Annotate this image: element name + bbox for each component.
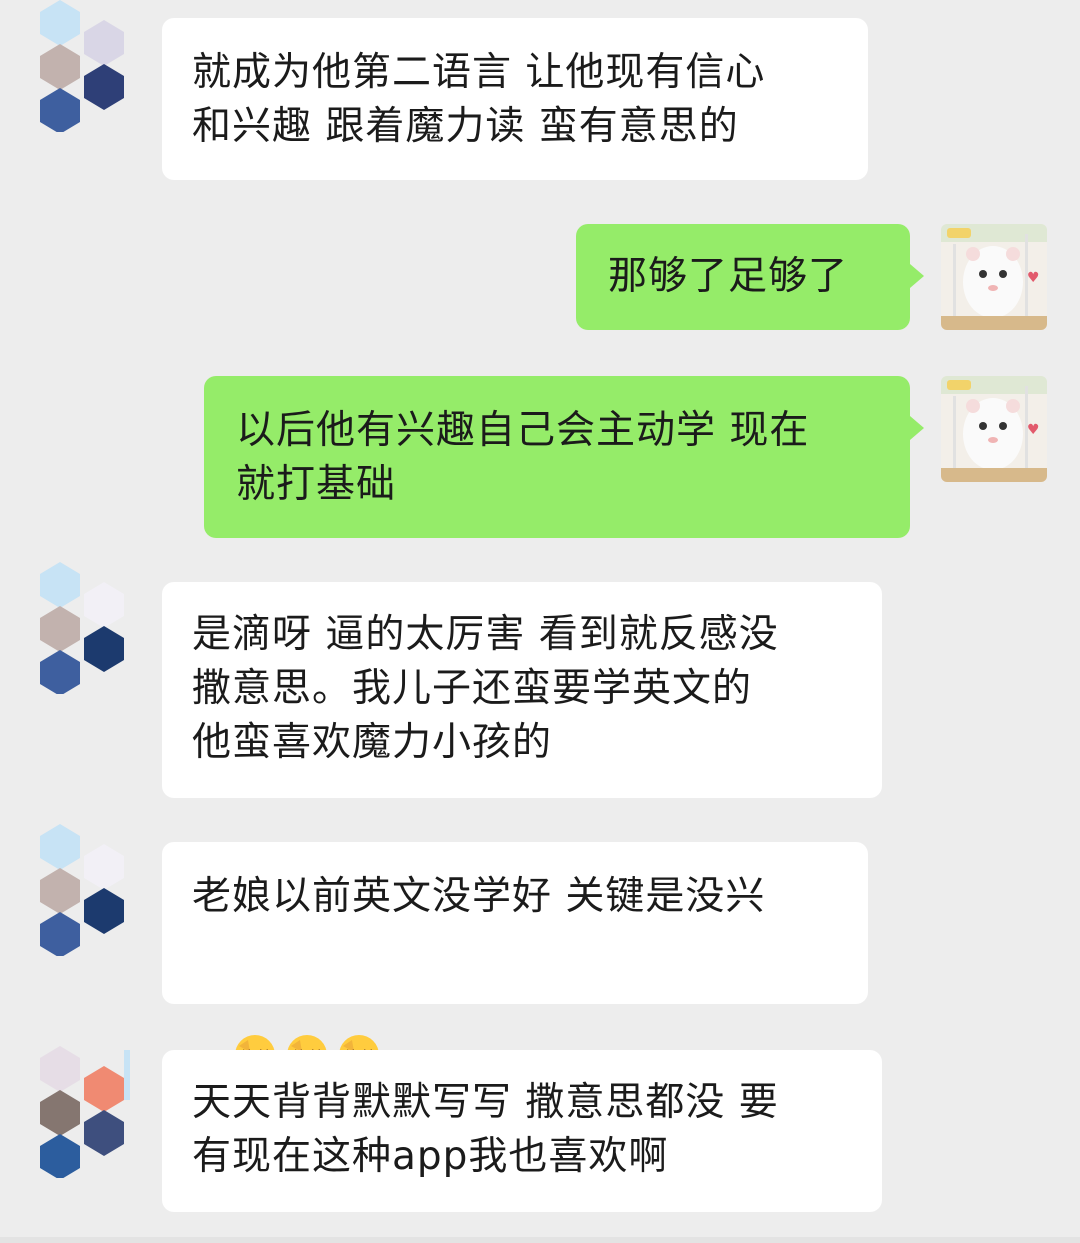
contact-avatar[interactable] bbox=[34, 1046, 138, 1178]
facepalm-laughing-emoji-icon bbox=[336, 924, 382, 1075]
contact-avatar[interactable] bbox=[34, 0, 138, 132]
facepalm-laughing-emoji-icon bbox=[284, 924, 330, 1075]
message-text-line: 老娘以前英文没学好 关键是没兴 bbox=[192, 874, 766, 919]
message-bubble-incoming[interactable]: 是滴呀 逼的太厉害 看到就反感没 撒意思。我儿子还蛮要学英文的 他蛮喜欢魔力小孩… bbox=[162, 582, 882, 798]
bottom-divider bbox=[0, 1237, 1080, 1243]
message-text: 天天背背默默写写 撒意思都没 要 有现在这种app我也喜欢啊 bbox=[192, 1080, 779, 1179]
svg-text:♥: ♥ bbox=[1027, 270, 1040, 286]
self-avatar[interactable]: ♥ bbox=[941, 224, 1047, 330]
message-text: 以后他有兴趣自己会主动学 现在 就打基础 bbox=[236, 408, 810, 507]
message-bubble-incoming[interactable]: 老娘以前英文没学好 关键是没兴 趣 bbox=[162, 842, 868, 1136]
svg-text:♥: ♥ bbox=[1027, 422, 1040, 438]
message-bubble-incoming[interactable]: 就成为他第二语言 让他现有信心 和兴趣 跟着魔力读 蛮有意思的 bbox=[162, 18, 868, 180]
contact-avatar[interactable] bbox=[34, 562, 138, 694]
message-text: 就成为他第二语言 让他现有信心 和兴趣 跟着魔力读 蛮有意思的 bbox=[192, 50, 766, 149]
message-bubble-outgoing[interactable]: 以后他有兴趣自己会主动学 现在 就打基础 bbox=[204, 376, 924, 538]
chat-message-list[interactable]: 就成为他第二语言 让他现有信心 和兴趣 跟着魔力读 蛮有意思的 那够了足够了 ♥… bbox=[0, 0, 1080, 1243]
self-avatar[interactable]: ♥ bbox=[941, 376, 1047, 482]
message-bubble-incoming[interactable]: 天天背背默默写写 撒意思都没 要 有现在这种app我也喜欢啊 bbox=[162, 1050, 882, 1212]
message-text: 那够了足够了 bbox=[608, 254, 849, 299]
message-text: 是滴呀 逼的太厉害 看到就反感没 撒意思。我儿子还蛮要学英文的 他蛮喜欢魔力小孩… bbox=[192, 612, 779, 765]
message-bubble-outgoing[interactable]: 那够了足够了 bbox=[576, 224, 924, 330]
contact-avatar[interactable] bbox=[34, 824, 138, 956]
facepalm-laughing-emoji-icon bbox=[232, 924, 278, 1075]
